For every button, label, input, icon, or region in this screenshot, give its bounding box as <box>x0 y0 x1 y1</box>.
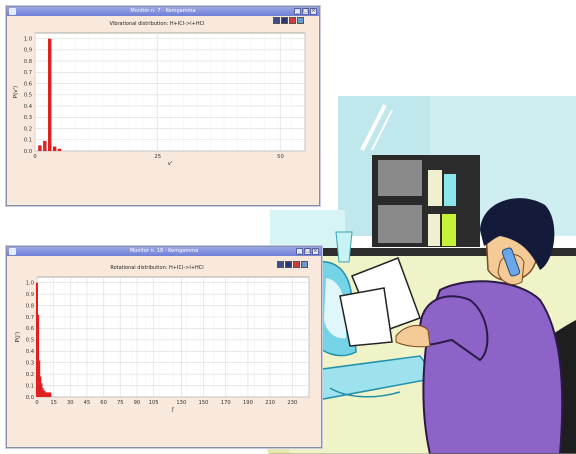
bar <box>49 392 52 397</box>
chart-toolbar <box>273 17 304 24</box>
x-tick-label: 50 <box>277 154 284 160</box>
window-title: Monitor n. 18 - Kemgamma <box>129 248 199 254</box>
vibrational-chart: 1.0 0.9 0.8 0.7 0.6 0.5 0.4 0.3 0.2 0.1 0.00 25 50 v'… <box>13 32 306 167</box>
window-menu-icon[interactable] <box>9 248 16 255</box>
x-tick-label: 30 <box>67 400 74 406</box>
close-icon[interactable]: × <box>310 8 317 15</box>
x-tick-label: 210 <box>265 400 275 406</box>
settings-icon[interactable] <box>301 261 308 268</box>
y-axis-label: P(v') <box>13 86 19 98</box>
bar <box>38 145 42 151</box>
y-tick-label: 0.1 <box>24 138 32 144</box>
chart-toolbar <box>277 261 308 268</box>
window-menu-icon[interactable] <box>9 8 16 15</box>
x-tick-label: 45 <box>84 400 91 406</box>
y-tick-label: 0.9 <box>24 48 32 54</box>
x-axis-label: j' <box>170 407 174 413</box>
monitor-window-vibrational[interactable]: Monitor n. 7 - Kemgamma _ □ × Vibrationa… <box>6 6 320 206</box>
maximize-icon[interactable]: □ <box>302 8 309 15</box>
y-tick-label: 0.2 <box>24 126 32 132</box>
print-icon[interactable] <box>281 17 288 24</box>
x-tick-label: 90 <box>134 400 141 406</box>
y-tick-label: 0.4 <box>26 349 35 355</box>
window-titlebar[interactable]: Monitor n. 7 - Kemgamma _ □ × <box>7 7 319 16</box>
zoom-icon[interactable] <box>289 17 296 24</box>
x-tick-label: 150 <box>199 400 209 406</box>
x-tick-label: 15 <box>50 400 57 406</box>
y-tick-label: 0.1 <box>26 383 34 389</box>
minimize-icon[interactable]: _ <box>294 8 301 15</box>
y-tick-label: 0.7 <box>24 70 32 76</box>
zoom-icon[interactable] <box>293 261 300 268</box>
close-icon[interactable]: × <box>312 248 319 255</box>
minimize-icon[interactable]: _ <box>296 248 303 255</box>
bar <box>48 38 52 151</box>
y-tick-label: 1.0 <box>26 281 34 287</box>
print-icon[interactable] <box>285 261 292 268</box>
y-tick-label: 0.5 <box>24 93 32 99</box>
y-tick-label: 0.0 <box>26 395 34 401</box>
x-tick-label: 130 <box>176 400 186 406</box>
rotational-chart: 1.0 0.9 0.8 0.7 0.6 0.5 0.4 0.3 0.2 0.1 0.00 15 30 45… <box>15 276 310 413</box>
y-tick-label: 0.5 <box>26 338 34 344</box>
y-tick-label: 0.8 <box>24 59 32 65</box>
bar <box>52 146 57 151</box>
x-tick-label: 190 <box>243 400 253 406</box>
y-tick-label: 0.4 <box>24 104 33 110</box>
x-tick-label: 170 <box>221 400 231 406</box>
y-tick-label: 0.3 <box>26 361 34 367</box>
x-tick-label: 105 <box>149 400 159 406</box>
y-tick-label: 0.8 <box>26 303 34 309</box>
monitor-window-rotational[interactable]: Monitor n. 18 - Kemgamma _ □ × Rotationa… <box>6 246 322 448</box>
window-titlebar[interactable]: Monitor n. 18 - Kemgamma _ □ × <box>7 247 321 256</box>
y-tick-label: 0.0 <box>24 149 32 155</box>
settings-icon[interactable] <box>297 17 304 24</box>
bar <box>57 148 62 151</box>
x-tick-label: 230 <box>287 400 297 406</box>
y-tick-label: 1.0 <box>24 36 32 42</box>
x-tick-label: 60 <box>100 400 107 406</box>
y-tick-label: 0.6 <box>26 326 34 332</box>
y-tick-label: 0.2 <box>26 372 34 378</box>
y-tick-label: 0.3 <box>24 115 32 121</box>
y-tick-label: 0.7 <box>26 315 34 321</box>
window-title: Monitor n. 7 - Kemgamma <box>130 8 196 14</box>
x-tick-label: 0 <box>33 154 36 160</box>
x-tick-label: 0 <box>35 400 38 406</box>
bar <box>43 140 47 151</box>
y-axis-label: P(j') <box>15 332 21 343</box>
y-tick-label: 0.6 <box>24 81 32 87</box>
maximize-icon[interactable]: □ <box>304 248 311 255</box>
save-icon[interactable] <box>277 261 284 268</box>
y-tick-label: 0.9 <box>26 292 34 298</box>
save-icon[interactable] <box>273 17 280 24</box>
x-axis-label: v' <box>168 161 173 167</box>
x-tick-label: 75 <box>117 400 124 406</box>
x-tick-label: 25 <box>154 154 161 160</box>
